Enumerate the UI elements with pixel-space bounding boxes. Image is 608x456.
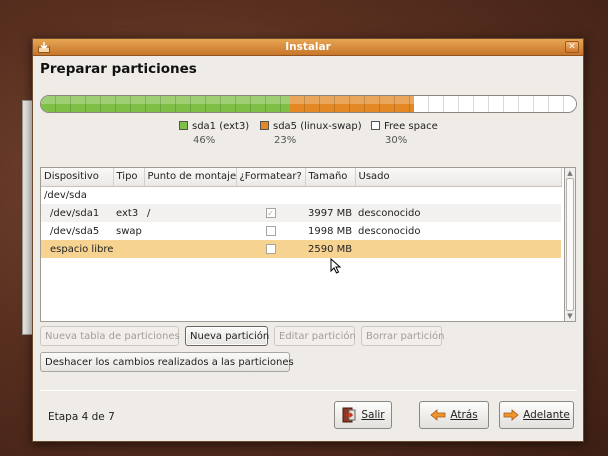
arrow-left-icon [430,409,446,421]
partition-segment-sda5 [289,96,415,112]
close-button[interactable]: ✕ [565,41,579,53]
edit-partition-button[interactable]: Editar partición [274,326,356,346]
mouse-cursor-icon [330,258,342,274]
partition-segment-free [413,96,576,112]
column-header-type[interactable]: Tipo [113,168,145,187]
table-scrollbar[interactable]: ▲ ▼ [564,167,576,322]
partition-segment-sda1 [41,96,290,112]
cell-format [236,222,305,240]
column-header-mount[interactable]: Punto de montaje [144,168,237,187]
page-title: Preparar particiones [40,61,197,77]
cell-size [305,186,355,204]
legend-percent: 23% [274,135,297,146]
format-checkbox[interactable]: ✓ [265,207,276,218]
installer-window: Instalar ✕ Preparar particiones sda1 (ex… [32,38,584,442]
scrollbar-thumb[interactable] [566,178,574,311]
cell-used [355,240,561,258]
cell-type [113,240,144,258]
separator [40,390,577,391]
cell-format [236,240,305,258]
scroll-up-icon[interactable]: ▲ [565,168,575,178]
cell-type [113,186,144,204]
column-header-device[interactable]: Dispositivo [41,168,114,187]
new-partition-button[interactable]: Nueva partición [185,326,269,346]
cell-device: /dev/sda1 [41,204,113,222]
cell-mount [144,240,236,258]
legend-item-sda5: sda5 (linux-swap) 23% [260,121,362,146]
column-header-format[interactable]: ¿Formatear? [236,168,306,187]
legend-item-sda1: sda1 (ext3) 46% [179,121,249,146]
cell-type: swap [116,225,142,237]
legend-label: sda5 (linux-swap) [273,121,362,132]
table-header: Dispositivo Tipo Punto de montaje ¿Forma… [41,168,562,187]
close-icon: ✕ [568,42,576,52]
cell-type: ext3 [113,204,144,222]
cell-device: /dev/sda [44,189,87,201]
back-button[interactable]: Atrás [419,401,489,429]
arrow-right-icon [503,409,519,421]
partition-table[interactable]: Dispositivo Tipo Punto de montaje ¿Forma… [40,167,576,322]
scroll-down-icon[interactable]: ▼ [565,311,575,321]
legend-item-free: Free space 30% [371,121,438,146]
legend-percent: 46% [193,135,216,146]
partition-bar [40,95,577,113]
legend-swatch [260,121,269,130]
stage-indicator: Etapa 4 de 7 [48,411,115,423]
window-title: Instalar [285,41,331,53]
cell-size: 2590 MB [305,240,355,258]
table-row[interactable]: /dev/sda1 ext3 / ✓ 3997 MB desconocido [41,204,561,222]
undo-changes-button[interactable]: Deshacer los cambios realizados a las pa… [40,352,294,372]
cell-format [236,186,305,204]
table-row[interactable]: /dev/sda [41,186,561,204]
cell-size: 3997 MB [305,204,355,222]
cell-device: espacio libre [41,240,113,258]
cell-mount: / [144,204,236,222]
new-partition-table-button[interactable]: Nueva tabla de particiones [40,326,180,346]
cell-device: /dev/sda5 [50,225,100,237]
legend-label: Free space [384,121,438,132]
column-header-used[interactable]: Usado [355,168,562,187]
forward-button[interactable]: Adelante [499,401,574,429]
cell-used: desconocido [355,204,561,222]
quit-icon [342,407,356,423]
cell-mount [144,222,236,240]
column-header-size[interactable]: Tamaño [305,168,356,187]
table-row[interactable]: /dev/sda5 swap 1998 MB desconocido [41,222,561,240]
cell-size: 1998 MB [308,225,353,237]
cell-used [355,186,561,204]
legend-swatch [179,121,188,130]
quit-label: Salir [361,409,385,421]
legend-label: sda1 (ext3) [192,121,250,132]
format-checkbox[interactable] [265,243,276,254]
cell-format: ✓ [236,204,305,222]
cell-mount [144,186,236,204]
forward-label: Adelante [523,409,570,421]
back-label: Atrás [450,409,478,421]
delete-partition-button[interactable]: Borrar partición [361,326,444,346]
title-bar[interactable]: Instalar ✕ [33,39,583,56]
cell-used: desconocido [358,225,421,237]
table-row-selected[interactable]: espacio libre 2590 MB [41,240,561,258]
format-checkbox[interactable] [265,225,276,236]
legend-swatch [371,121,380,130]
quit-button[interactable]: Salir [334,401,392,429]
legend-percent: 30% [385,135,408,146]
